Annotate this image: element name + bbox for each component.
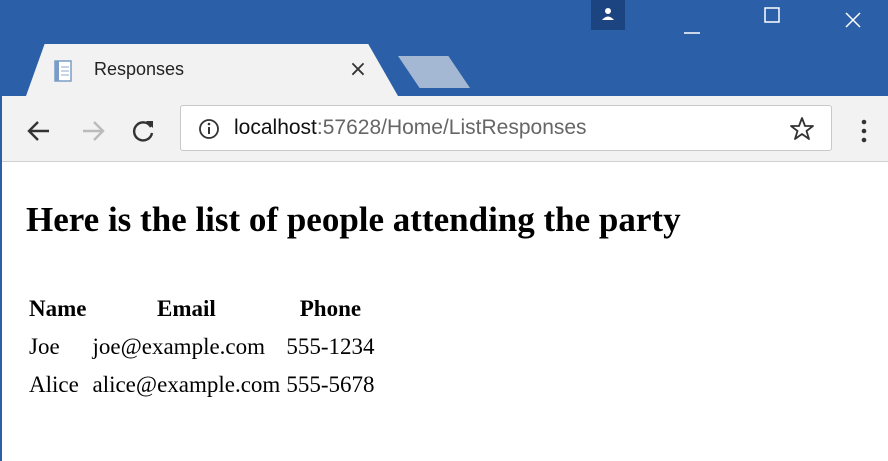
reload-button[interactable]: [130, 118, 156, 144]
url-host: localhost: [234, 116, 317, 139]
close-window-button[interactable]: [822, 0, 882, 40]
minimize-icon: [684, 32, 700, 34]
page-heading: Here is the list of people attending the…: [26, 200, 681, 239]
arrow-right-icon: [83, 121, 105, 141]
close-icon: [845, 12, 861, 28]
responses-table: Name Email Phone Joe joe@example.com 555…: [26, 290, 378, 404]
url-text[interactable]: localhost:57628/Home/ListResponses: [234, 116, 587, 140]
url-path: :57628/Home/ListResponses: [316, 116, 587, 139]
maximize-button[interactable]: [742, 0, 802, 40]
arrow-left-icon: [27, 121, 49, 141]
cell-phone: 555-5678: [286, 372, 375, 397]
person-icon: [602, 8, 614, 20]
back-button[interactable]: [26, 118, 52, 144]
cell-name: Joe: [29, 334, 60, 359]
table-row: Alice alice@example.com 555-5678: [26, 366, 378, 404]
table-row: Joe joe@example.com 555-1234: [26, 328, 378, 366]
column-header-name: Name: [29, 296, 87, 321]
tab-title: Responses: [94, 59, 185, 79]
maximize-icon: [764, 7, 780, 23]
minimize-button[interactable]: [662, 0, 722, 40]
forward-button[interactable]: [80, 118, 106, 144]
page-content: Here is the list of people attending the…: [2, 162, 888, 461]
column-header-phone: Phone: [299, 296, 362, 321]
browser-window: Responses × localhost:57628/Home/ListRes…: [0, 0, 888, 461]
table-header-row: Name Email Phone: [26, 290, 378, 328]
cell-name: Alice: [29, 372, 79, 397]
cell-phone: 555-1234: [286, 334, 375, 359]
close-tab-icon[interactable]: ×: [346, 56, 370, 84]
profile-button[interactable]: [591, 0, 625, 30]
column-header-email: Email: [157, 296, 216, 321]
star-icon[interactable]: [789, 116, 815, 142]
cell-email: joe@example.com: [92, 334, 266, 359]
reload-icon: [132, 121, 154, 142]
tab-responses[interactable]: [26, 44, 398, 96]
three-dots-icon[interactable]: [858, 118, 870, 144]
cell-email: alice@example.com: [92, 372, 281, 397]
page-icon: [54, 60, 72, 82]
info-icon[interactable]: [198, 118, 220, 140]
